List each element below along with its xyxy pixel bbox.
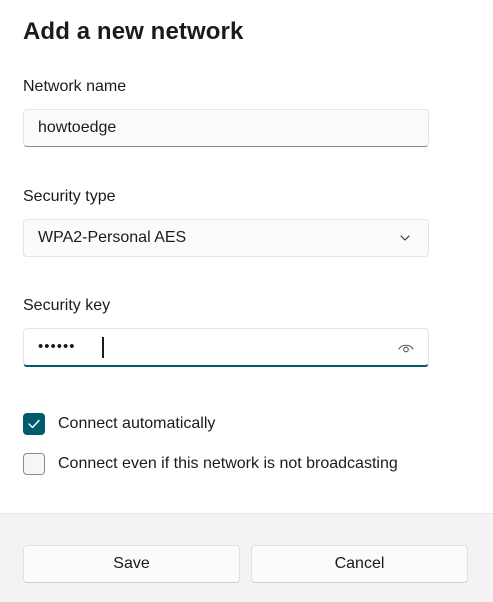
security-key-input[interactable]: •••••• — [23, 328, 429, 367]
connect-automatically-checkbox[interactable] — [23, 413, 45, 435]
network-name-label: Network name — [23, 78, 127, 95]
dialog-footer: Save Cancel — [0, 513, 493, 602]
add-network-dialog: Add a new network Network name howtoedge… — [0, 0, 493, 602]
connect-automatically-label: Connect automatically — [58, 415, 216, 432]
text-caret — [102, 337, 104, 358]
cancel-button[interactable]: Cancel — [251, 545, 468, 583]
network-name-input[interactable]: howtoedge — [23, 109, 429, 147]
checkmark-icon — [28, 419, 40, 429]
security-key-masked-value: •••••• — [38, 338, 76, 355]
connect-not-broadcasting-row[interactable]: Connect even if this network is not broa… — [23, 452, 398, 476]
security-type-select[interactable]: WPA2-Personal AES — [23, 219, 429, 257]
eye-icon[interactable] — [398, 342, 414, 354]
security-type-label: Security type — [23, 188, 116, 205]
security-key-label: Security key — [23, 297, 111, 314]
network-name-value: howtoedge — [38, 119, 117, 136]
connect-not-broadcasting-label: Connect even if this network is not broa… — [58, 455, 398, 472]
connect-not-broadcasting-checkbox[interactable] — [23, 453, 45, 475]
chevron-down-icon — [400, 235, 410, 241]
dialog-title: Add a new network — [23, 18, 244, 45]
security-type-value: WPA2-Personal AES — [38, 229, 187, 246]
connect-automatically-row[interactable]: Connect automatically — [23, 412, 215, 436]
save-button[interactable]: Save — [23, 545, 240, 583]
